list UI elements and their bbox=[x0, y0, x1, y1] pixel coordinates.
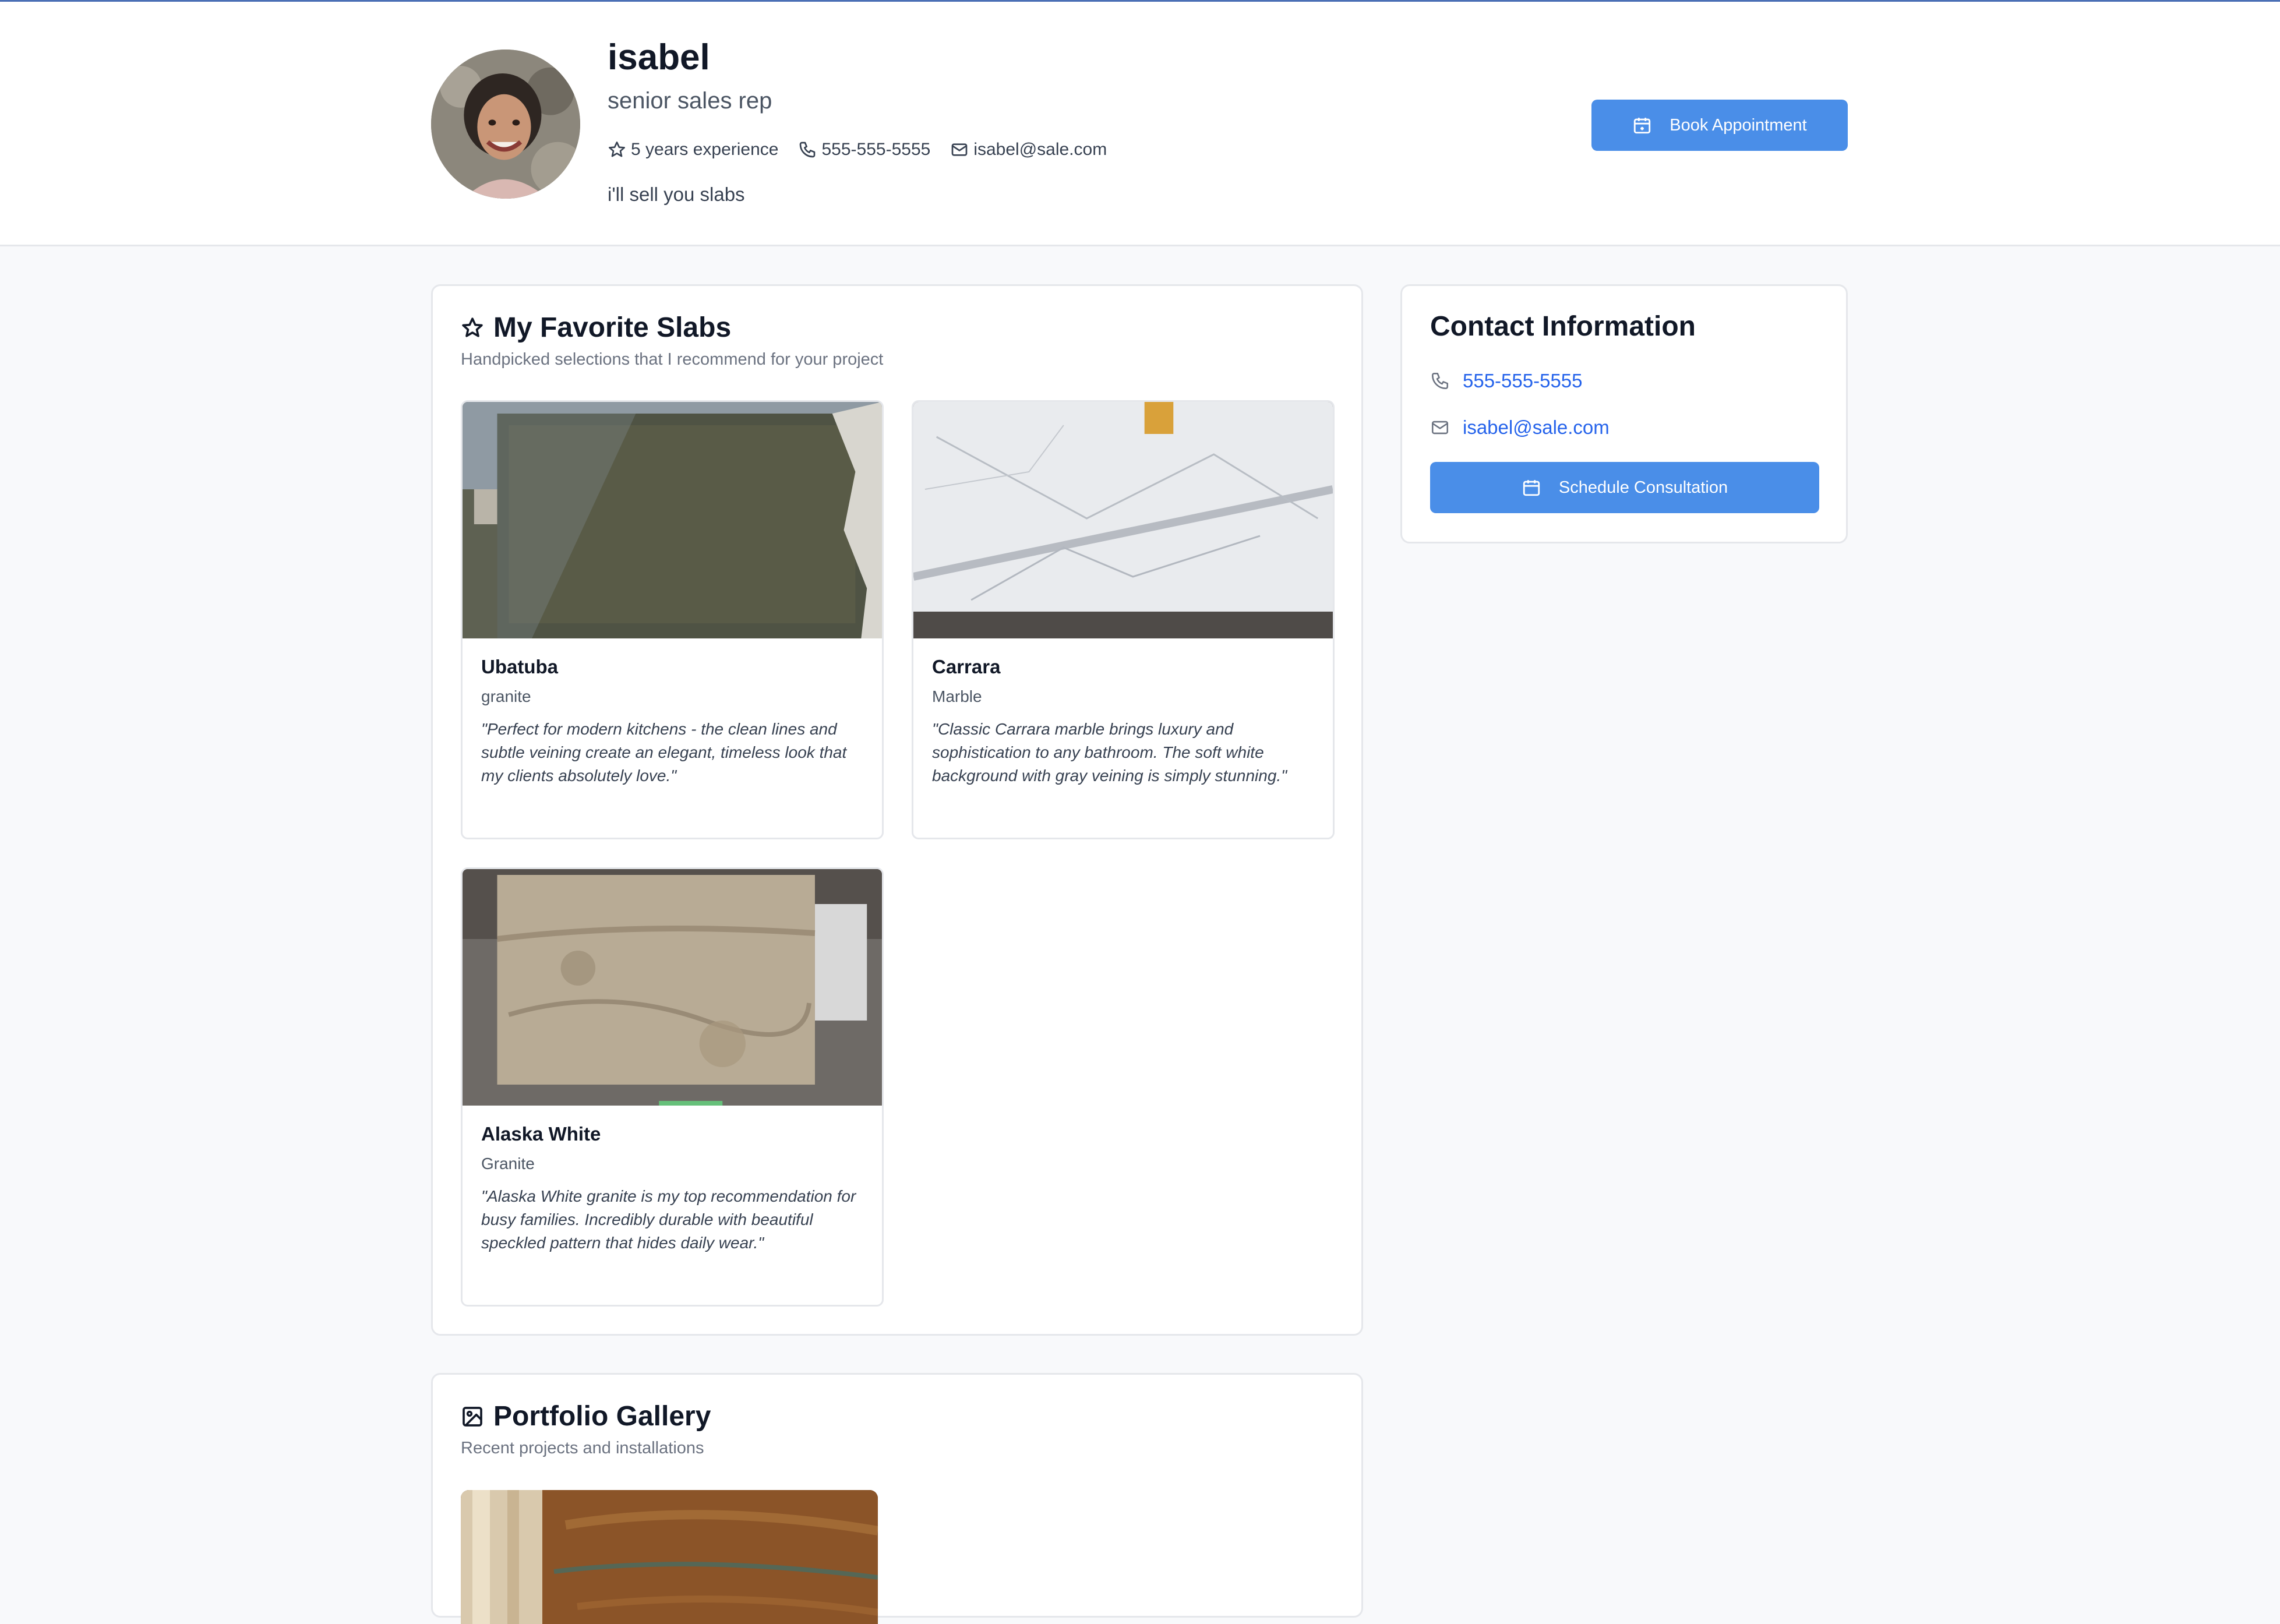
slab-type: Granite bbox=[481, 1155, 535, 1173]
email-item: isabel@sale.com bbox=[950, 140, 1107, 160]
slab-image-carrara bbox=[913, 402, 1333, 638]
contact-phone-text: 555-555-5555 bbox=[1463, 370, 1583, 391]
slab-quote: "Perfect for modern kitchens - the clean… bbox=[481, 720, 847, 785]
phone-icon bbox=[1431, 372, 1449, 390]
mail-icon bbox=[1431, 421, 1449, 435]
portfolio-gallery-title: Portfolio Gallery bbox=[493, 1401, 711, 1432]
calendar-icon bbox=[1523, 480, 1540, 496]
favorite-slabs-subtitle: Handpicked selections that I recommend f… bbox=[461, 350, 884, 369]
book-appointment-button[interactable]: Book Appointment bbox=[1591, 100, 1848, 151]
phone-text: 555-555-5555 bbox=[821, 140, 931, 159]
slab-quote: "Classic Carrara marble brings luxury an… bbox=[932, 720, 1287, 785]
slab-card-alaska-white[interactable]: Alaska White Granite "Alaska White grani… bbox=[461, 867, 884, 1307]
schedule-consultation-button[interactable]: Schedule Consultation bbox=[1430, 462, 1819, 513]
contact-phone-link[interactable]: 555-555-5555 bbox=[1430, 370, 1583, 392]
book-appointment-label: Book Appointment bbox=[1670, 115, 1807, 135]
email-text: isabel@sale.com bbox=[973, 140, 1107, 159]
image-icon bbox=[463, 1406, 482, 1427]
slab-card-ubatuba[interactable]: Ubatuba granite "Perfect for modern kitc… bbox=[461, 400, 884, 839]
slab-name: Carrara bbox=[932, 656, 1001, 677]
slab-card-carrara[interactable]: Carrara Marble "Classic Carrara marble b… bbox=[912, 400, 1335, 839]
calendar-icon bbox=[1634, 118, 1651, 134]
slab-image-ubatuba bbox=[463, 402, 882, 638]
profile-bio: i'll sell you slabs bbox=[608, 183, 745, 205]
contact-information-card: Contact Information 555-555-5555 isabel@… bbox=[1400, 284, 1848, 543]
portfolio-gallery-heading: Portfolio Gallery bbox=[461, 1400, 711, 1432]
favorite-slabs-title: My Favorite Slabs bbox=[493, 312, 732, 343]
slab-image-alaska-white bbox=[463, 869, 882, 1106]
profile-name: isabel bbox=[608, 37, 710, 77]
star-icon bbox=[609, 142, 625, 157]
profile-meta: 5 years experience 555-555-5555 isabel@s… bbox=[608, 137, 1127, 163]
contact-email-text: isabel@sale.com bbox=[1463, 416, 1610, 438]
avatar-photo bbox=[431, 50, 580, 199]
schedule-consultation-label: Schedule Consultation bbox=[1558, 478, 1728, 497]
experience-item: 5 years experience bbox=[608, 140, 778, 160]
profile-role: senior sales rep bbox=[608, 88, 772, 114]
gallery-image[interactable] bbox=[461, 1490, 878, 1624]
mail-icon bbox=[951, 143, 968, 156]
slab-type: Marble bbox=[932, 687, 982, 705]
phone-icon bbox=[800, 142, 816, 158]
contact-email-link[interactable]: isabel@sale.com bbox=[1430, 416, 1610, 439]
avatar bbox=[431, 50, 580, 199]
favorite-slabs-heading: My Favorite Slabs bbox=[461, 312, 731, 344]
profile-header: isabel senior sales rep 5 years experien… bbox=[0, 2, 2280, 246]
experience-text: 5 years experience bbox=[631, 140, 779, 159]
star-icon bbox=[462, 317, 483, 337]
slab-type: granite bbox=[481, 687, 531, 705]
favorite-slabs-card: My Favorite Slabs Handpicked selections … bbox=[431, 284, 1363, 1336]
portfolio-gallery-card: Portfolio Gallery Recent projects and in… bbox=[431, 1373, 1363, 1624]
slab-name: Ubatuba bbox=[481, 656, 558, 677]
slab-name: Alaska White bbox=[481, 1123, 601, 1145]
phone-item: 555-555-5555 bbox=[798, 140, 930, 160]
slab-quote: "Alaska White granite is my top recommen… bbox=[481, 1187, 856, 1252]
contact-title: Contact Information bbox=[1430, 311, 1696, 342]
portfolio-gallery-subtitle: Recent projects and installations bbox=[461, 1439, 704, 1457]
